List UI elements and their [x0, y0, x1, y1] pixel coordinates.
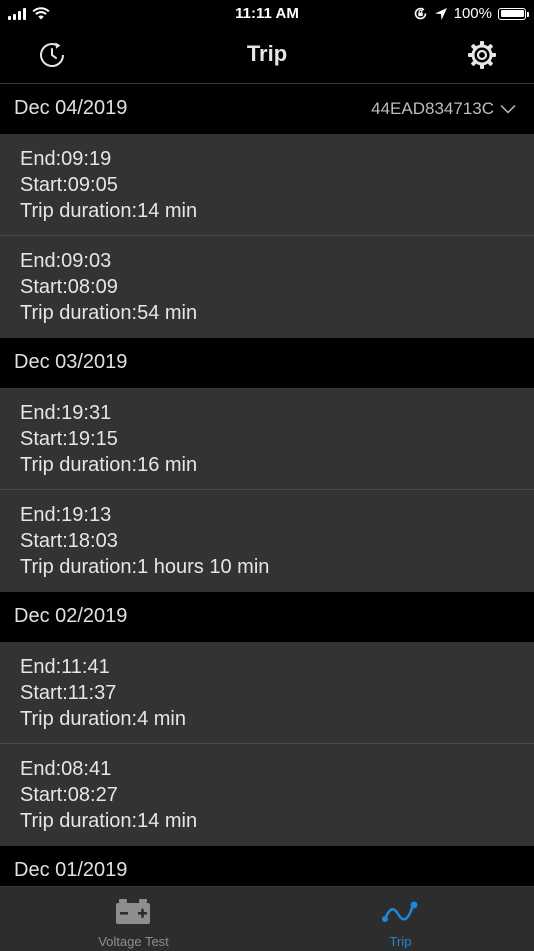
- trip-end: End:09:03: [20, 250, 112, 272]
- battery-icon: [498, 7, 529, 20]
- section-header: Dec 04/2019 44EAD834713C: [0, 84, 534, 134]
- battery-car-icon: [116, 899, 150, 924]
- trip-duration: Trip duration:14 min: [20, 200, 198, 222]
- section-date: Dec 02/2019: [14, 605, 128, 627]
- trip-duration: Trip duration:54 min: [20, 302, 198, 324]
- trip-duration: Trip duration:4 min: [20, 708, 186, 730]
- status-right: 100%: [413, 5, 529, 22]
- location-arrow-icon: [434, 7, 447, 20]
- device-selector[interactable]: 44EAD834713C: [371, 99, 516, 119]
- status-bar: 11:11 AM 100%: [0, 0, 534, 28]
- trip-row[interactable]: End:11:41 Start:11:37 Trip duration:4 mi…: [0, 642, 534, 744]
- section-header: Dec 01/2019: [0, 846, 534, 886]
- tab-label: Trip: [389, 934, 412, 949]
- trip-duration: Trip duration:14 min: [20, 810, 198, 832]
- trip-end: End:11:41: [20, 656, 110, 678]
- gear-icon[interactable]: [467, 40, 497, 70]
- trip-row[interactable]: End:09:03 Start:08:09 Trip duration:54 m…: [0, 236, 534, 338]
- trip-start: Start:11:37: [20, 682, 117, 704]
- tab-voltage-test[interactable]: Voltage Test: [0, 887, 267, 951]
- section-date: Dec 03/2019: [14, 351, 128, 373]
- trip-duration: Trip duration:16 min: [20, 454, 198, 476]
- battery-percent: 100%: [453, 5, 492, 22]
- chevron-down-icon: [500, 104, 516, 114]
- section-date: Dec 01/2019: [14, 859, 128, 881]
- tab-trip[interactable]: Trip: [267, 887, 534, 951]
- trip-row[interactable]: End:09:19 Start:09:05 Trip duration:14 m…: [0, 134, 534, 236]
- page-title: Trip: [246, 41, 288, 66]
- trip-end: End:08:41: [20, 758, 112, 780]
- trip-start: Start:08:09: [20, 276, 118, 298]
- trip-start: Start:09:05: [20, 174, 118, 196]
- tab-label: Voltage Test: [98, 934, 169, 949]
- lock-rotation-icon: [414, 7, 426, 20]
- trip-end: End:19:13: [20, 504, 112, 526]
- trip-duration: Trip duration:1 hours 10 min: [20, 556, 270, 578]
- trip-row[interactable]: End:19:31 Start:19:15 Trip duration:16 m…: [0, 388, 534, 490]
- section-header: Dec 03/2019: [0, 338, 534, 388]
- trip-row[interactable]: End:08:41 Start:08:27 Trip duration:14 m…: [0, 744, 534, 846]
- trip-start: Start:18:03: [20, 530, 118, 552]
- trip-row[interactable]: End:19:13 Start:18:03 Trip duration:1 ho…: [0, 490, 534, 592]
- trip-start: Start:08:27: [20, 784, 118, 806]
- section-date: Dec 04/2019: [14, 97, 128, 119]
- navigation-bar: Trip: [0, 28, 534, 84]
- route-icon: [382, 901, 418, 922]
- trip-end: End:19:31: [20, 402, 112, 424]
- trip-list[interactable]: Dec 04/2019 44EAD834713C End:09:19 Start…: [0, 84, 534, 886]
- tab-bar: Voltage Test Trip: [0, 886, 534, 951]
- device-id: 44EAD834713C: [371, 99, 494, 118]
- section-header: Dec 02/2019: [0, 592, 534, 642]
- trip-start: Start:19:15: [20, 428, 118, 450]
- trip-end: End:09:19: [20, 148, 112, 170]
